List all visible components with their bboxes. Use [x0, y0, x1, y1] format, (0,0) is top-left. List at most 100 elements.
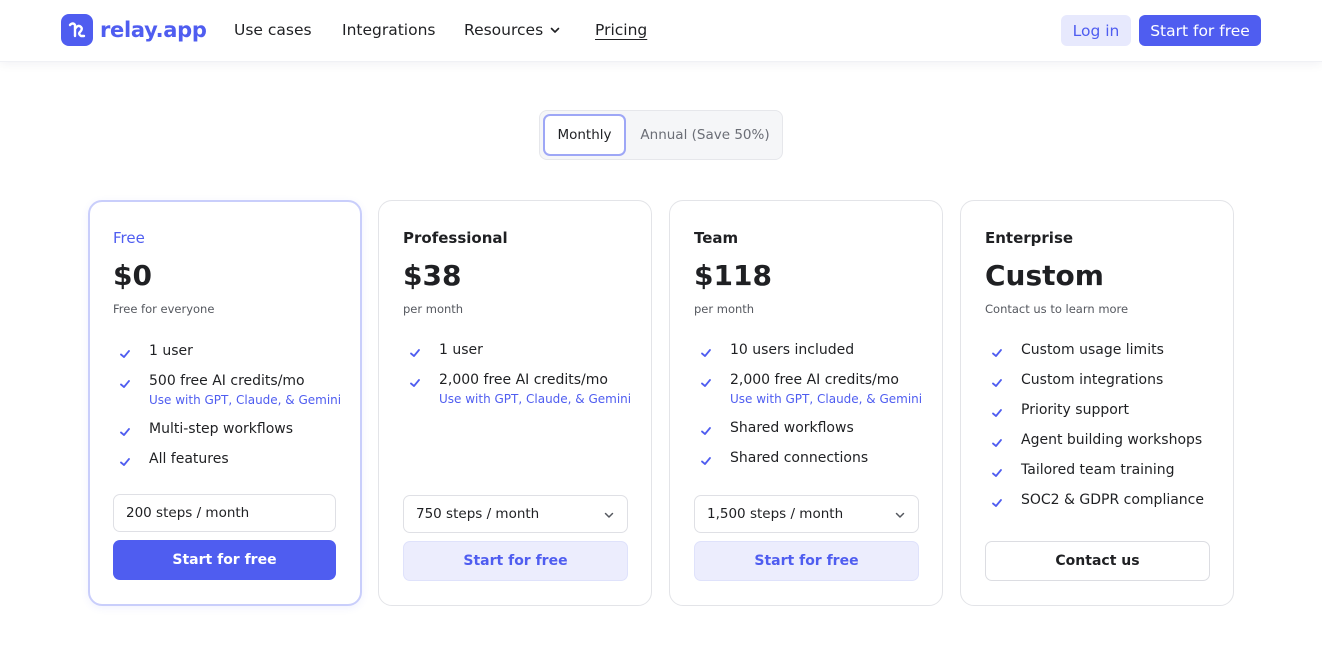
nav-integrations[interactable]: Integrations: [342, 19, 435, 41]
plan-name: Free: [113, 229, 145, 247]
steps-value: 1,500 steps / month: [707, 506, 844, 522]
login-button[interactable]: Log in: [1061, 15, 1131, 46]
plan-price-note: Free for everyone: [113, 302, 215, 316]
check-icon: [119, 375, 131, 394]
feature-label: Custom usage limits: [1021, 342, 1164, 358]
start-for-free-button[interactable]: Start for free: [403, 541, 628, 581]
feature-list: 10 users included 2,000 free AI credits/…: [694, 341, 934, 479]
check-icon: [991, 434, 1003, 453]
plan-price-note: per month: [403, 302, 464, 316]
check-icon: [409, 344, 421, 363]
plan-price-note: per month: [694, 302, 755, 316]
logo-text: relay.app: [100, 18, 207, 42]
plan-price-note: Contact us to learn more: [985, 302, 1129, 316]
billing-period-toggle: Monthly Annual (Save 50%): [539, 110, 783, 160]
chevron-down-icon: [894, 509, 906, 525]
annual-option[interactable]: Annual (Save 50%): [632, 114, 778, 156]
feature-label: SOC2 & GDPR compliance: [1021, 492, 1204, 508]
steps-dropdown[interactable]: 750 steps / month: [403, 495, 628, 533]
feature-label: 1 user: [439, 342, 483, 358]
check-icon: [991, 494, 1003, 513]
feature-label: 2,000 free AI credits/mo: [439, 372, 608, 388]
feature-item: Agent building workshops: [985, 431, 1225, 449]
logo[interactable]: relay.app: [61, 14, 207, 46]
feature-label: Shared workflows: [730, 420, 854, 436]
feature-label: Shared connections: [730, 450, 869, 466]
feature-item: Priority support: [985, 401, 1225, 419]
feature-item: Shared connections: [694, 449, 934, 467]
monthly-option[interactable]: Monthly: [543, 114, 626, 156]
feature-note-link[interactable]: Use with GPT, Claude, & Gemini: [730, 391, 934, 407]
feature-note-link[interactable]: Use with GPT, Claude, & Gemini: [149, 392, 353, 408]
feature-item: 10 users included: [694, 341, 934, 359]
check-icon: [991, 464, 1003, 483]
steps-field[interactable]: 200 steps / month: [113, 494, 336, 532]
start-for-free-button[interactable]: Start for free: [694, 541, 919, 581]
plan-price: $118: [694, 259, 772, 292]
check-icon: [700, 422, 712, 441]
feature-list: 1 user 500 free AI credits/mo Use with G…: [113, 342, 353, 480]
feature-label: 500 free AI credits/mo: [149, 373, 305, 389]
check-icon: [991, 404, 1003, 423]
check-icon: [991, 344, 1003, 363]
feature-item: Multi-step workflows: [113, 420, 353, 438]
top-navbar: relay.app Use cases Integrations Resourc…: [0, 0, 1322, 62]
nav-use-cases[interactable]: Use cases: [234, 19, 312, 41]
feature-label: Tailored team training: [1021, 462, 1175, 478]
feature-item: 2,000 free AI credits/mo Use with GPT, C…: [403, 371, 643, 407]
chevron-down-icon: [603, 509, 615, 525]
feature-label: Custom integrations: [1021, 372, 1164, 388]
nav-use-cases-label: Use cases: [234, 21, 312, 39]
nav-integrations-label: Integrations: [342, 21, 436, 39]
nav-resources-label: Resources: [464, 21, 544, 39]
feature-label: 10 users included: [730, 342, 855, 358]
check-icon: [700, 344, 712, 363]
steps-value: 200 steps / month: [126, 505, 250, 521]
contact-us-button[interactable]: Contact us: [985, 541, 1210, 581]
feature-label: 2,000 free AI credits/mo: [730, 372, 899, 388]
feature-list: 1 user 2,000 free AI credits/mo Use with…: [403, 341, 643, 419]
feature-item: Shared workflows: [694, 419, 934, 437]
plan-price: $38: [403, 259, 462, 292]
start-for-free-header-button[interactable]: Start for free: [1139, 15, 1261, 46]
feature-label: Agent building workshops: [1021, 432, 1203, 448]
feature-label: Priority support: [1021, 402, 1130, 418]
steps-value: 750 steps / month: [416, 506, 540, 522]
feature-item: Custom usage limits: [985, 341, 1225, 359]
plan-card-professional: Professional $38 per month 1 user 2,000 …: [378, 200, 652, 606]
feature-item: Tailored team training: [985, 461, 1225, 479]
feature-item: Custom integrations: [985, 371, 1225, 389]
check-icon: [991, 374, 1003, 393]
check-icon: [409, 374, 421, 393]
steps-dropdown[interactable]: 1,500 steps / month: [694, 495, 919, 533]
plan-name: Enterprise: [985, 229, 1074, 247]
feature-item: 500 free AI credits/mo Use with GPT, Cla…: [113, 372, 353, 408]
start-for-free-button[interactable]: Start for free: [113, 540, 336, 580]
relay-logo-icon: [61, 14, 93, 46]
plan-name: Team: [694, 229, 739, 247]
feature-item: SOC2 & GDPR compliance: [985, 491, 1225, 509]
feature-label: All features: [149, 451, 229, 467]
plan-price: Custom: [985, 259, 1104, 292]
feature-label: Multi-step workflows: [149, 421, 294, 437]
plan-price: $0: [113, 259, 152, 292]
nav-pricing[interactable]: Pricing: [595, 19, 647, 41]
feature-label: 1 user: [149, 343, 193, 359]
plan-card-free: Free $0 Free for everyone 1 user 500 fre…: [88, 200, 362, 606]
nav-pricing-label: Pricing: [595, 21, 648, 39]
feature-item: All features: [113, 450, 353, 468]
check-icon: [119, 345, 131, 364]
check-icon: [700, 374, 712, 393]
check-icon: [700, 452, 712, 471]
plan-card-enterprise: Enterprise Custom Contact us to learn mo…: [960, 200, 1234, 606]
feature-item: 1 user: [113, 342, 353, 360]
chevron-down-icon: [549, 24, 561, 36]
nav-resources[interactable]: Resources: [464, 19, 561, 41]
feature-list: Custom usage limits Custom integrations …: [985, 341, 1225, 521]
plan-name: Professional: [403, 229, 508, 247]
feature-item: 1 user: [403, 341, 643, 359]
check-icon: [119, 453, 131, 472]
plan-card-team: Team $118 per month 10 users included 2,…: [669, 200, 943, 606]
feature-note-link[interactable]: Use with GPT, Claude, & Gemini: [439, 391, 643, 407]
feature-item: 2,000 free AI credits/mo Use with GPT, C…: [694, 371, 934, 407]
